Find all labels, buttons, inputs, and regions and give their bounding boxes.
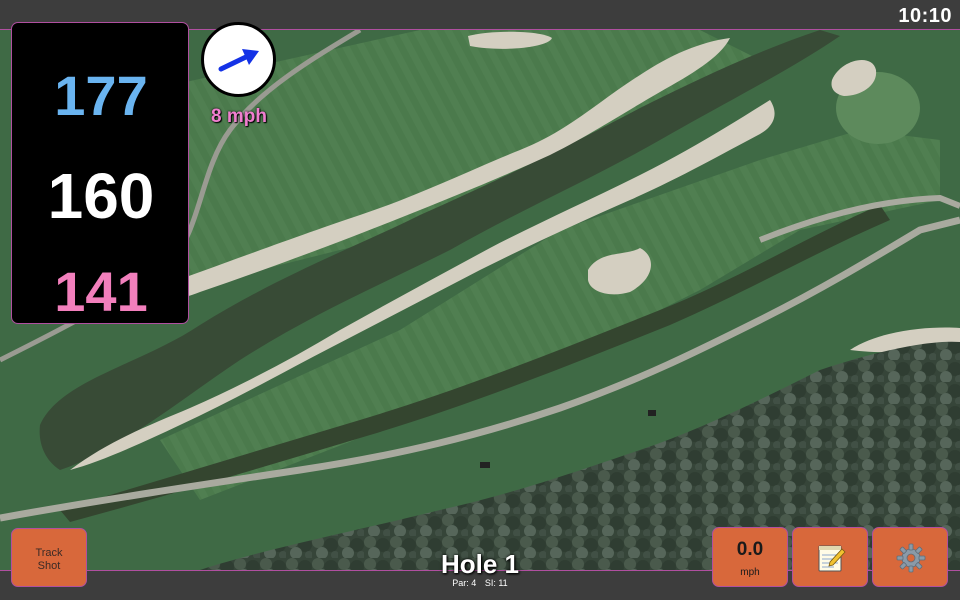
middle-distance: 160 (47, 160, 155, 232)
track-shot-label-line2: Shot (37, 560, 61, 572)
wind-value: 0.0 (736, 539, 764, 560)
hole-par: Par: 4 (452, 578, 477, 588)
gear-icon (896, 543, 926, 573)
scorecard-button[interactable] (792, 527, 868, 587)
back-distance: 177 (54, 64, 148, 127)
hole-meta: Par: 4 SI: 11 (380, 578, 580, 588)
arrow-icon (218, 49, 259, 72)
wind-button[interactable]: 0.0 mph (712, 527, 788, 587)
distance-panel: 177 160 141 (11, 22, 189, 324)
wind-direction-indicator (201, 22, 276, 97)
golf-cart-2 (648, 410, 656, 416)
track-shot-label-line1: Track (35, 547, 63, 559)
wind-speed-label: 8 mph (211, 106, 267, 127)
notepad-icon (818, 545, 846, 572)
settings-button[interactable] (872, 527, 948, 587)
track-shot-button[interactable]: Track Shot (11, 528, 87, 587)
front-distance: 141 (54, 260, 148, 323)
golf-gps-screen: 10:10 177 160 141 8 mph Track Shot Hole … (0, 0, 960, 600)
golf-cart (480, 462, 490, 468)
hole-title: Hole 1 (440, 549, 520, 579)
clock: 10:10 (898, 5, 952, 27)
hole-stroke-index: SI: 11 (484, 578, 508, 588)
wind-unit: mph (740, 567, 760, 578)
track-shot-label: Track Shot (12, 547, 86, 573)
